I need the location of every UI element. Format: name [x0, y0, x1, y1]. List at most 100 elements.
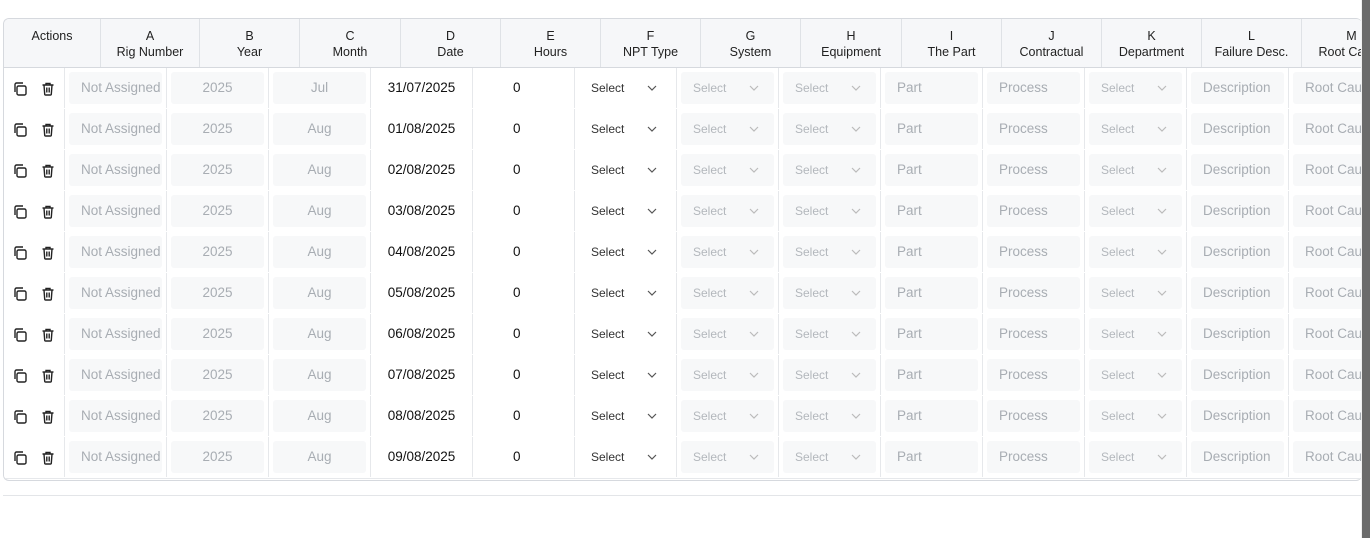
column-header-hours[interactable]: E Hours — [501, 19, 601, 67]
part-input[interactable]: Part — [885, 113, 978, 145]
copy-icon[interactable] — [12, 245, 28, 261]
month-field[interactable]: Aug — [273, 154, 366, 186]
hours-value[interactable]: 0 — [473, 437, 574, 477]
system-select[interactable]: Select — [681, 236, 774, 268]
rig-number-input[interactable]: Not Assigned — [69, 154, 162, 186]
failure-input[interactable]: Description — [1191, 359, 1284, 391]
hours-value[interactable]: 0 — [473, 273, 574, 313]
department-select[interactable]: Select — [1089, 318, 1182, 350]
system-select[interactable]: Select — [681, 400, 774, 432]
equipment-select[interactable]: Select — [783, 154, 876, 186]
equipment-select[interactable]: Select — [783, 441, 876, 473]
hours-value[interactable]: 0 — [473, 109, 574, 149]
column-header-equipment[interactable]: H Equipment — [801, 19, 902, 67]
trash-icon[interactable] — [40, 245, 56, 261]
hours-value[interactable]: 0 — [473, 314, 574, 354]
trash-icon[interactable] — [40, 204, 56, 220]
system-select[interactable]: Select — [681, 154, 774, 186]
rig-number-input[interactable]: Not Assigned — [69, 277, 162, 309]
contractual-input[interactable]: Process — [987, 236, 1080, 268]
date-value[interactable]: 05/08/2025 — [371, 273, 472, 313]
month-field[interactable]: Aug — [273, 195, 366, 227]
year-field[interactable]: 2025 — [171, 236, 264, 268]
trash-icon[interactable] — [40, 122, 56, 138]
column-header-failure[interactable]: L Failure Desc. — [1202, 19, 1302, 67]
column-header-part[interactable]: I The Part — [902, 19, 1002, 67]
system-select[interactable]: Select — [681, 359, 774, 391]
column-header-npt[interactable]: F NPT Type — [601, 19, 701, 67]
system-select[interactable]: Select — [681, 113, 774, 145]
trash-icon[interactable] — [40, 368, 56, 384]
year-field[interactable]: 2025 — [171, 113, 264, 145]
rig-number-input[interactable]: Not Assigned — [69, 72, 162, 104]
department-select[interactable]: Select — [1089, 236, 1182, 268]
part-input[interactable]: Part — [885, 441, 978, 473]
root-input[interactable]: Root Cause — [1293, 236, 1362, 268]
contractual-input[interactable]: Process — [987, 359, 1080, 391]
rig-number-input[interactable]: Not Assigned — [69, 441, 162, 473]
failure-input[interactable]: Description — [1191, 277, 1284, 309]
npt-select[interactable]: Select — [579, 400, 672, 432]
failure-input[interactable]: Description — [1191, 72, 1284, 104]
column-header-system[interactable]: G System — [701, 19, 801, 67]
date-value[interactable]: 03/08/2025 — [371, 191, 472, 231]
part-input[interactable]: Part — [885, 236, 978, 268]
department-select[interactable]: Select — [1089, 277, 1182, 309]
date-value[interactable]: 09/08/2025 — [371, 437, 472, 477]
year-field[interactable]: 2025 — [171, 154, 264, 186]
npt-select[interactable]: Select — [579, 72, 672, 104]
failure-input[interactable]: Description — [1191, 195, 1284, 227]
equipment-select[interactable]: Select — [783, 72, 876, 104]
column-header-month[interactable]: C Month — [300, 19, 401, 67]
date-value[interactable]: 31/07/2025 — [371, 68, 472, 108]
column-header-year[interactable]: B Year — [200, 19, 300, 67]
copy-icon[interactable] — [12, 409, 28, 425]
month-field[interactable]: Aug — [273, 318, 366, 350]
year-field[interactable]: 2025 — [171, 277, 264, 309]
month-field[interactable]: Aug — [273, 400, 366, 432]
year-field[interactable]: 2025 — [171, 359, 264, 391]
copy-icon[interactable] — [12, 450, 28, 466]
part-input[interactable]: Part — [885, 72, 978, 104]
copy-icon[interactable] — [12, 204, 28, 220]
copy-icon[interactable] — [12, 122, 28, 138]
hours-value[interactable]: 0 — [473, 355, 574, 395]
part-input[interactable]: Part — [885, 277, 978, 309]
failure-input[interactable]: Description — [1191, 154, 1284, 186]
year-field[interactable]: 2025 — [171, 72, 264, 104]
failure-input[interactable]: Description — [1191, 236, 1284, 268]
failure-input[interactable]: Description — [1191, 441, 1284, 473]
hours-value[interactable]: 0 — [473, 68, 574, 108]
date-value[interactable]: 04/08/2025 — [371, 232, 472, 272]
column-header-rig[interactable]: A Rig Number — [101, 19, 200, 67]
hours-value[interactable]: 0 — [473, 396, 574, 436]
date-value[interactable]: 02/08/2025 — [371, 150, 472, 190]
failure-input[interactable]: Description — [1191, 113, 1284, 145]
copy-icon[interactable] — [12, 163, 28, 179]
trash-icon[interactable] — [40, 327, 56, 343]
date-value[interactable]: 07/08/2025 — [371, 355, 472, 395]
copy-icon[interactable] — [12, 286, 28, 302]
part-input[interactable]: Part — [885, 359, 978, 391]
trash-icon[interactable] — [40, 163, 56, 179]
equipment-select[interactable]: Select — [783, 236, 876, 268]
month-field[interactable]: Jul — [273, 72, 366, 104]
equipment-select[interactable]: Select — [783, 318, 876, 350]
trash-icon[interactable] — [40, 286, 56, 302]
month-field[interactable]: Aug — [273, 277, 366, 309]
npt-select[interactable]: Select — [579, 236, 672, 268]
npt-select[interactable]: Select — [579, 441, 672, 473]
contractual-input[interactable]: Process — [987, 277, 1080, 309]
month-field[interactable]: Aug — [273, 113, 366, 145]
year-field[interactable]: 2025 — [171, 195, 264, 227]
equipment-select[interactable]: Select — [783, 113, 876, 145]
system-select[interactable]: Select — [681, 277, 774, 309]
month-field[interactable]: Aug — [273, 236, 366, 268]
root-input[interactable]: Root Cause — [1293, 113, 1362, 145]
copy-icon[interactable] — [12, 327, 28, 343]
column-header-root[interactable]: M Root Cause — [1302, 19, 1362, 67]
month-field[interactable]: Aug — [273, 359, 366, 391]
department-select[interactable]: Select — [1089, 154, 1182, 186]
root-input[interactable]: Root Cause — [1293, 72, 1362, 104]
year-field[interactable]: 2025 — [171, 400, 264, 432]
